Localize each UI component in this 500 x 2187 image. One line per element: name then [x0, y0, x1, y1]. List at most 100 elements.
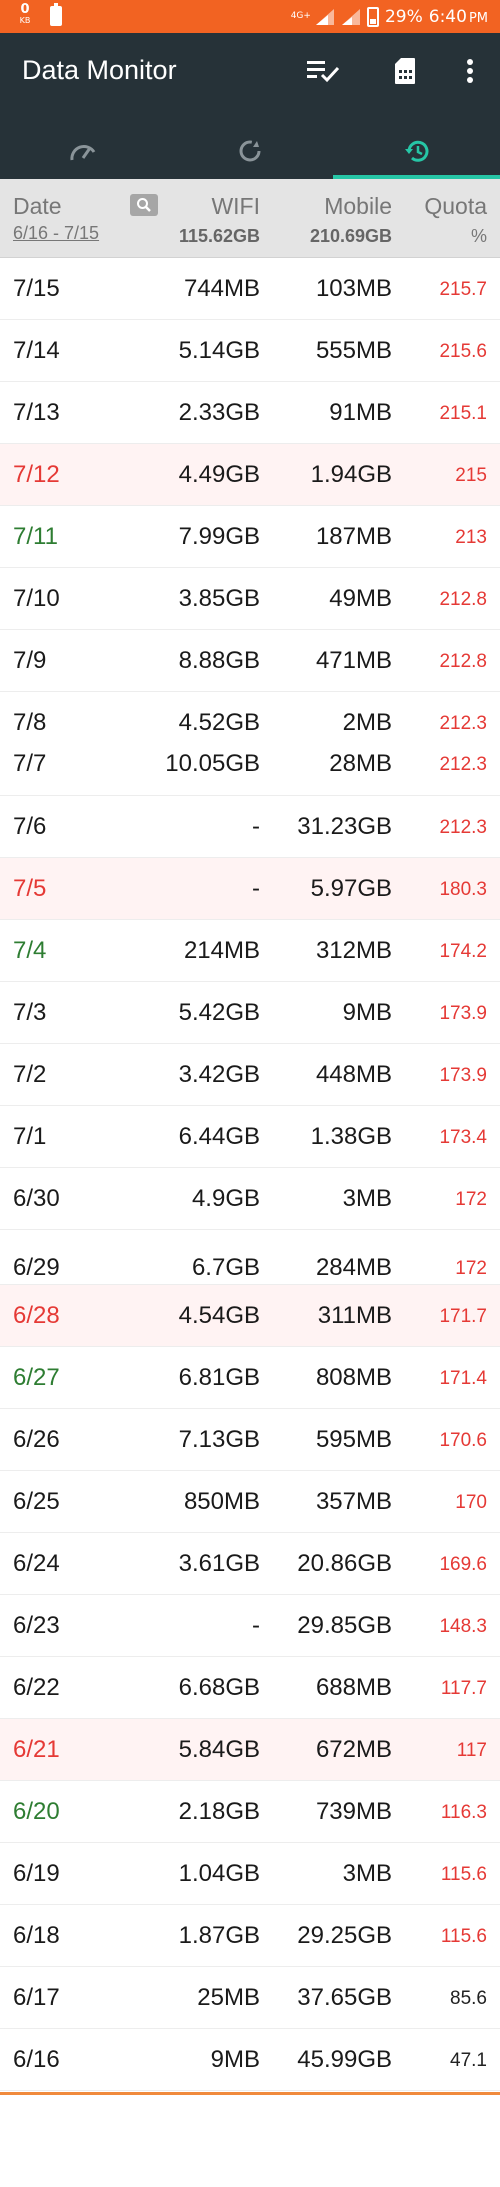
- row-date: 7/12: [13, 461, 60, 488]
- row-wifi: 3.85GB: [178, 585, 260, 612]
- row-wifi: 4.52GB: [178, 709, 260, 736]
- table-row[interactable]: 6/29 6.7GB 284MB 172: [0, 1230, 500, 1285]
- table-row[interactable]: 7/2 3.42GB 448MB 173.9: [0, 1044, 500, 1106]
- wifi-column-header[interactable]: WIFI 115.62GB: [179, 179, 260, 247]
- table-row[interactable]: 6/26 7.13GB 595MB 170.6: [0, 1409, 500, 1471]
- table-row[interactable]: 6/16 9MB 45.99GB 47.1: [0, 2029, 500, 2091]
- row-mobile: 20.86GB: [297, 1550, 392, 1577]
- table-row[interactable]: 6/23 - 29.85GB 148.3: [0, 1595, 500, 1657]
- app-title: Data Monitor: [22, 55, 177, 85]
- row-mobile: 29.85GB: [297, 1612, 392, 1639]
- signal-strength-icon: [315, 8, 334, 25]
- quota-label: Quota: [424, 193, 487, 219]
- table-row[interactable]: 7/6 - 31.23GB 212.3: [0, 796, 500, 858]
- row-wifi: 744MB: [183, 275, 260, 302]
- table-row[interactable]: 6/18 1.87GB 29.25GB 115.6: [0, 1905, 500, 1967]
- more-vert-icon: [467, 59, 473, 83]
- row-mobile: 187MB: [315, 523, 392, 550]
- row-wifi: 6.68GB: [178, 1674, 260, 1701]
- row-quota: 212.8: [439, 589, 487, 610]
- row-date: 6/28: [13, 1302, 60, 1329]
- wifi-label: WIFI: [211, 193, 260, 219]
- table-row[interactable]: 6/28 4.54GB 311MB 171.7: [0, 1285, 500, 1347]
- tab-speed[interactable]: [0, 123, 167, 179]
- row-mobile: 5.97GB: [310, 875, 392, 902]
- row-mobile: 312MB: [315, 937, 392, 964]
- tab-history[interactable]: [333, 123, 500, 179]
- row-wifi: 214MB: [183, 937, 260, 964]
- status-bar: 0 KB 4G+ 29% 6:40 PM: [0, 0, 500, 33]
- mobile-column-header[interactable]: Mobile 210.69GB: [310, 179, 392, 247]
- row-wifi: 850MB: [183, 1488, 260, 1515]
- row-mobile: 37.65GB: [297, 1984, 392, 2011]
- row-date: 6/30: [13, 1185, 60, 1212]
- row-mobile: 31.23GB: [297, 813, 392, 840]
- table-row[interactable]: 6/27 6.81GB 808MB 171.4: [0, 1347, 500, 1409]
- row-date: 6/29: [13, 1254, 60, 1281]
- row-date: 7/14: [13, 337, 60, 364]
- table-row[interactable]: 7/1 6.44GB 1.38GB 173.4: [0, 1106, 500, 1168]
- row-mobile: 2MB: [342, 709, 392, 736]
- battery-notification-icon: [50, 3, 62, 26]
- table-row[interactable]: 7/5 - 5.97GB 180.3: [0, 858, 500, 920]
- quota-column-header[interactable]: Quota %: [424, 179, 487, 247]
- date-range-link[interactable]: 6/16 - 7/15: [13, 223, 99, 244]
- signal-strength-icon-2: [341, 8, 360, 25]
- row-date: 7/3: [13, 999, 47, 1026]
- filter-list-button[interactable]: [303, 51, 343, 91]
- row-date: 7/13: [13, 399, 60, 426]
- row-wifi: 2.18GB: [178, 1798, 260, 1825]
- table-row[interactable]: 7/3 5.42GB 9MB 173.9: [0, 982, 500, 1044]
- row-mobile: 28MB: [329, 750, 392, 777]
- row-wifi: 10.05GB: [165, 750, 260, 777]
- table-row[interactable]: 7/11 7.99GB 187MB 213: [0, 506, 500, 568]
- sim-card-button[interactable]: [385, 51, 425, 91]
- row-mobile: 311MB: [317, 1302, 392, 1329]
- wifi-total: 115.62GB: [178, 226, 260, 246]
- row-quota: 148.3: [439, 1616, 487, 1637]
- table-row-pair[interactable]: 7/8 4.52GB 2MB 212.3 7/7 10.05GB 28MB 21…: [0, 692, 500, 796]
- table-row[interactable]: 7/9 8.88GB 471MB 212.8: [0, 630, 500, 692]
- row-wifi: 5.84GB: [178, 1736, 260, 1763]
- row-quota: 174.2: [439, 941, 487, 962]
- row-quota: 115.6: [440, 1926, 487, 1947]
- mobile-total: 210.69GB: [309, 226, 392, 246]
- row-quota: 116.3: [440, 1802, 487, 1823]
- table-row[interactable]: 6/24 3.61GB 20.86GB 169.6: [0, 1533, 500, 1595]
- row-mobile: 471MB: [315, 647, 392, 674]
- table-row[interactable]: 7/15 744MB 103MB 215.7: [0, 258, 500, 320]
- table-row[interactable]: 7/14 5.14GB 555MB 215.6: [0, 320, 500, 382]
- row-wifi: 9MB: [210, 2046, 260, 2073]
- row-quota: 215: [455, 465, 487, 486]
- row-quota: 171.4: [439, 1368, 487, 1389]
- table-row[interactable]: 6/25 850MB 357MB 170: [0, 1471, 500, 1533]
- table-row[interactable]: 6/20 2.18GB 739MB 116.3: [0, 1781, 500, 1843]
- search-icon: [137, 198, 151, 212]
- row-date: 6/25: [13, 1488, 60, 1515]
- row-quota: 215.6: [439, 341, 487, 362]
- table-row[interactable]: 7/13 2.33GB 91MB 215.1: [0, 382, 500, 444]
- row-quota: 173.4: [439, 1127, 487, 1148]
- battery-icon: [366, 6, 379, 27]
- network-speed-unit: KB: [19, 16, 31, 25]
- overflow-menu-button[interactable]: [450, 51, 490, 91]
- checklist-icon: [307, 61, 340, 83]
- row-date: 6/17: [13, 1984, 60, 2011]
- table-row[interactable]: 7/12 4.49GB 1.94GB 215: [0, 444, 500, 506]
- row-wifi: -: [252, 875, 260, 902]
- table-row[interactable]: 6/22 6.68GB 688MB 117.7: [0, 1657, 500, 1719]
- row-mobile: 357MB: [315, 1488, 392, 1515]
- table-row[interactable]: 7/10 3.85GB 49MB 212.8: [0, 568, 500, 630]
- table-row[interactable]: 7/4 214MB 312MB 174.2: [0, 920, 500, 982]
- table-row[interactable]: 6/30 4.9GB 3MB 172: [0, 1168, 500, 1230]
- row-date: 6/27: [13, 1364, 60, 1391]
- table-row[interactable]: 6/19 1.04GB 3MB 115.6: [0, 1843, 500, 1905]
- row-quota: 213: [455, 527, 487, 548]
- row-mobile: 45.99GB: [297, 2046, 392, 2073]
- search-button[interactable]: [130, 194, 158, 216]
- table-row[interactable]: 6/17 25MB 37.65GB 85.6: [0, 1967, 500, 2029]
- row-quota: 173.9: [439, 1003, 487, 1024]
- table-row[interactable]: 6/21 5.84GB 672MB 117: [0, 1719, 500, 1781]
- tab-cycle[interactable]: [167, 123, 334, 179]
- row-quota: 169.6: [439, 1554, 487, 1575]
